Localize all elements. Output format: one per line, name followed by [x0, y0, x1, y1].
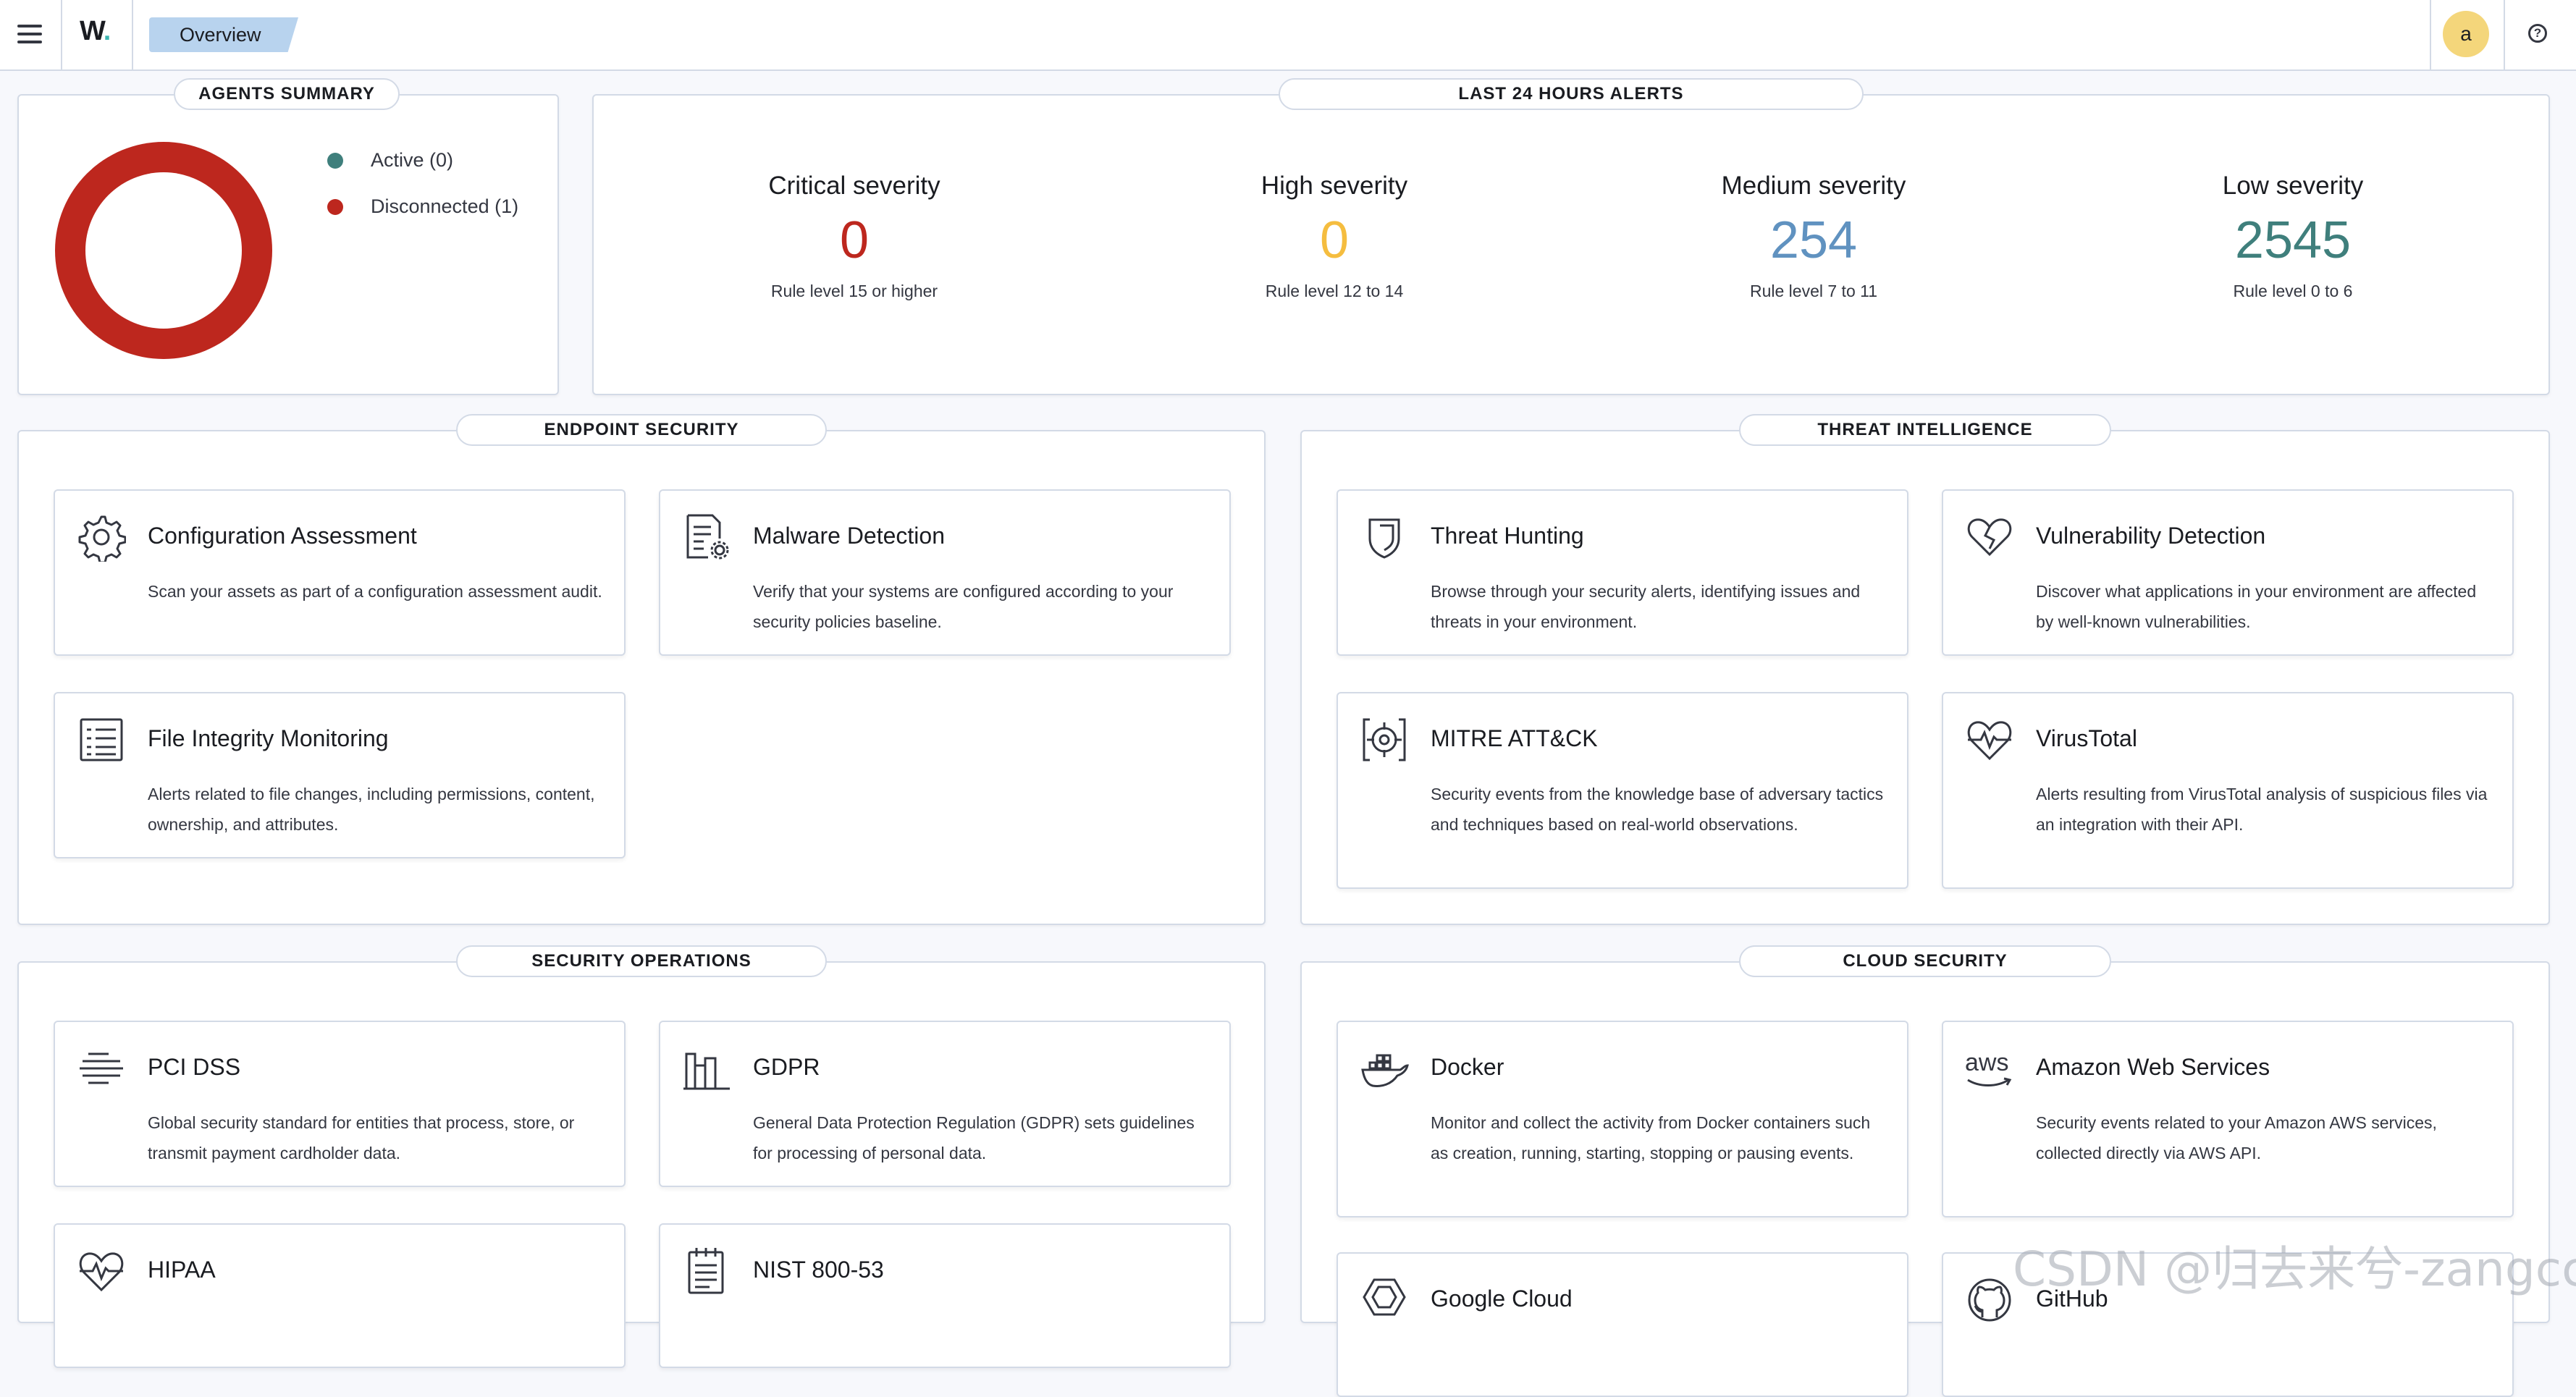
medium-severity: Medium severity 254 Rule level 7 to 11	[1662, 168, 1966, 305]
card-file-integrity-monitoring[interactable]: File Integrity Monitoring Alerts related…	[54, 692, 626, 858]
card-docker[interactable]: Docker Monitor and collect the activity …	[1337, 1021, 1908, 1217]
high-severity: High severity 0 Rule level 12 to 14	[1182, 168, 1486, 305]
card-amazon-web-services[interactable]: aws Amazon Web Services Security events …	[1942, 1021, 2514, 1217]
critical-severity: Critical severity 0 Rule level 15 or hig…	[702, 168, 1006, 305]
card-nist-800-53[interactable]: NIST 800-53	[659, 1223, 1231, 1368]
card-configuration-assessment[interactable]: Configuration Assessment Scan your asset…	[54, 489, 626, 656]
medium-count[interactable]: 254	[1662, 204, 1966, 277]
document-gear-icon	[682, 512, 731, 562]
card-google-cloud[interactable]: Google Cloud	[1337, 1252, 1908, 1397]
card-mitre-attack[interactable]: MITRE ATT&CK Security events from the kn…	[1337, 692, 1908, 889]
user-avatar[interactable]: a	[2443, 11, 2489, 57]
docker-icon	[1360, 1044, 1409, 1093]
top-nav-bar: W. Overview a ?	[0, 0, 2576, 71]
critical-count[interactable]: 0	[702, 204, 1006, 277]
gear-icon	[77, 512, 127, 564]
alerts-title: LAST 24 HOURS ALERTS	[1279, 78, 1864, 110]
crosshair-icon	[1360, 715, 1409, 764]
app-logo[interactable]: W.	[80, 16, 111, 47]
list-document-icon	[77, 715, 126, 764]
shield-icon	[1360, 512, 1409, 562]
notepad-icon	[682, 1246, 731, 1296]
breadcrumb-overview[interactable]: Overview	[149, 17, 298, 52]
card-virustotal[interactable]: VirusTotal Alerts resulting from VirusTo…	[1942, 692, 2514, 889]
endpoint-security-title: ENDPOINT SECURITY	[456, 414, 827, 446]
google-cloud-icon	[1360, 1275, 1409, 1325]
github-icon	[1965, 1275, 2014, 1325]
card-gdpr[interactable]: GDPR General Data Protection Regulation …	[659, 1021, 1231, 1187]
card-threat-hunting[interactable]: Threat Hunting Browse through your secur…	[1337, 489, 1908, 656]
threat-intelligence-title: THREAT INTELLIGENCE	[1739, 414, 2111, 446]
agents-donut-chart[interactable]	[55, 142, 272, 359]
alerts-panel: Critical severity 0 Rule level 15 or hig…	[592, 94, 2550, 395]
heartbeat-icon	[1965, 715, 2014, 764]
agents-summary-title: AGENTS SUMMARY	[174, 78, 400, 110]
agents-summary-panel: Active (0) Disconnected (1)	[17, 94, 559, 395]
card-vulnerability-detection[interactable]: Vulnerability Detection Discover what ap…	[1942, 489, 2514, 656]
heartbeat-icon	[77, 1246, 126, 1296]
low-severity: Low severity 2545 Rule level 0 to 6	[2141, 168, 2445, 305]
nav-divider	[132, 0, 133, 69]
nav-divider	[2430, 0, 2431, 69]
nav-divider	[2504, 0, 2505, 69]
cloud-security-title: CLOUD SECURITY	[1739, 945, 2111, 977]
lines-icon	[77, 1044, 126, 1093]
csdn-watermark: CSDN @归去来兮-zangcc	[2013, 1241, 2576, 1297]
building-icon	[682, 1044, 731, 1093]
aws-icon: aws	[1965, 1044, 2014, 1093]
security-operations-title: SECURITY OPERATIONS	[456, 945, 827, 977]
low-count[interactable]: 2545	[2141, 204, 2445, 277]
broken-heart-icon	[1965, 512, 2014, 562]
card-hipaa[interactable]: HIPAA	[54, 1223, 626, 1368]
card-pci-dss[interactable]: PCI DSS Global security standard for ent…	[54, 1021, 626, 1187]
card-malware-detection[interactable]: Malware Detection Verify that your syste…	[659, 489, 1231, 656]
help-icon[interactable]: ?	[2528, 24, 2547, 43]
nav-divider	[61, 0, 62, 69]
high-count[interactable]: 0	[1182, 204, 1486, 277]
menu-icon[interactable]	[10, 14, 49, 54]
